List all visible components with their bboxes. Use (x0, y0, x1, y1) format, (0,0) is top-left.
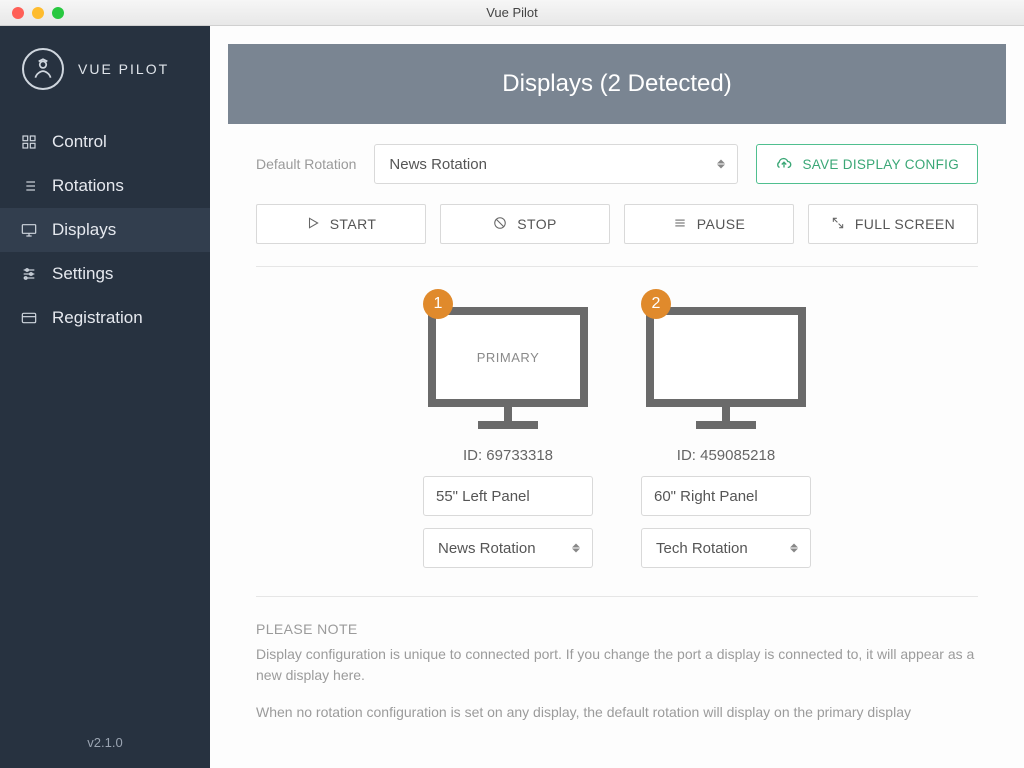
chevron-updown-icon (717, 160, 725, 169)
default-rotation-label: Default Rotation (256, 156, 356, 172)
brand-name: VUE PILOT (78, 61, 169, 77)
display-rotation-value: News Rotation (438, 540, 536, 557)
default-rotation-select[interactable]: News Rotation (374, 144, 737, 184)
chevron-updown-icon (572, 544, 580, 553)
display-id: ID: 459085218 (641, 447, 811, 464)
window-zoom-icon[interactable] (52, 7, 64, 19)
note-block: PLEASE NOTE Display configuration is uni… (256, 619, 978, 723)
stop-label: STOP (517, 216, 556, 232)
default-rotation-row: Default Rotation News Rotation SAVE DISP… (256, 144, 978, 184)
display-number-badge: 2 (641, 289, 671, 319)
pause-button[interactable]: PAUSE (624, 204, 794, 244)
display-number-badge: 1 (423, 289, 453, 319)
monitor-base-icon (696, 421, 756, 429)
monitor-graphic: 2 (641, 289, 811, 429)
monitor-icon (20, 221, 38, 239)
chevron-updown-icon (790, 544, 798, 553)
pause-label: PAUSE (697, 216, 745, 232)
page-title: Displays (2 Detected) (228, 44, 1006, 124)
monitor-stand-icon (504, 407, 512, 421)
window-close-icon[interactable] (12, 7, 24, 19)
display-card: 1 PRIMARY ID: 69733318 News Rotation (423, 289, 593, 568)
window-minimize-icon[interactable] (32, 7, 44, 19)
sidebar-item-rotations[interactable]: Rotations (0, 164, 210, 208)
monitor-icon: PRIMARY (428, 307, 588, 407)
fullscreen-icon (831, 216, 845, 233)
note-paragraph: Display configuration is unique to conne… (256, 644, 978, 686)
save-display-config-button[interactable]: SAVE DISPLAY CONFIG (756, 144, 979, 184)
sidebar-item-label: Settings (52, 264, 113, 284)
sidebar-item-label: Control (52, 132, 107, 152)
sidebar: VUE PILOT Control Rotations Displays (0, 26, 210, 768)
monitor-graphic: 1 PRIMARY (423, 289, 593, 429)
save-button-label: SAVE DISPLAY CONFIG (803, 157, 960, 172)
version-label: v2.1.0 (0, 717, 210, 768)
pause-icon (673, 216, 687, 233)
sidebar-item-displays[interactable]: Displays (0, 208, 210, 252)
fullscreen-label: FULL SCREEN (855, 216, 955, 232)
default-rotation-value: News Rotation (389, 156, 487, 173)
sliders-icon (20, 265, 38, 283)
brand-logo-icon (22, 48, 64, 90)
card-icon (20, 309, 38, 327)
sidebar-item-settings[interactable]: Settings (0, 252, 210, 296)
display-card: 2 ID: 459085218 Tech Rotation (641, 289, 811, 568)
cloud-upload-icon (775, 154, 793, 175)
sidebar-nav: Control Rotations Displays Settings (0, 120, 210, 340)
monitor-icon (646, 307, 806, 407)
brand: VUE PILOT (0, 26, 210, 112)
sidebar-item-label: Registration (52, 308, 143, 328)
fullscreen-button[interactable]: FULL SCREEN (808, 204, 978, 244)
sidebar-item-label: Displays (52, 220, 116, 240)
note-paragraph: When no rotation configuration is set on… (256, 702, 978, 723)
sidebar-item-label: Rotations (52, 176, 124, 196)
stop-button[interactable]: STOP (440, 204, 610, 244)
sidebar-item-control[interactable]: Control (0, 120, 210, 164)
list-icon (20, 177, 38, 195)
start-label: START (330, 216, 377, 232)
divider (256, 596, 978, 597)
action-row: START STOP PAUSE FULL SCREEN (256, 204, 978, 244)
play-icon (306, 216, 320, 233)
divider (256, 266, 978, 267)
window-titlebar: Vue Pilot (0, 0, 1024, 26)
sidebar-item-registration[interactable]: Registration (0, 296, 210, 340)
start-button[interactable]: START (256, 204, 426, 244)
display-id: ID: 69733318 (423, 447, 593, 464)
monitor-stand-icon (722, 407, 730, 421)
monitor-base-icon (478, 421, 538, 429)
stop-icon (493, 216, 507, 233)
display-name-input[interactable] (423, 476, 593, 516)
main-content: Displays (2 Detected) Default Rotation N… (210, 26, 1024, 768)
display-rotation-value: Tech Rotation (656, 540, 748, 557)
grid-icon (20, 133, 38, 151)
primary-label: PRIMARY (477, 350, 540, 365)
display-rotation-select[interactable]: Tech Rotation (641, 528, 811, 568)
display-name-input[interactable] (641, 476, 811, 516)
window-title: Vue Pilot (486, 5, 538, 20)
displays-row: 1 PRIMARY ID: 69733318 News Rotation (256, 289, 978, 568)
display-rotation-select[interactable]: News Rotation (423, 528, 593, 568)
note-title: PLEASE NOTE (256, 619, 978, 640)
